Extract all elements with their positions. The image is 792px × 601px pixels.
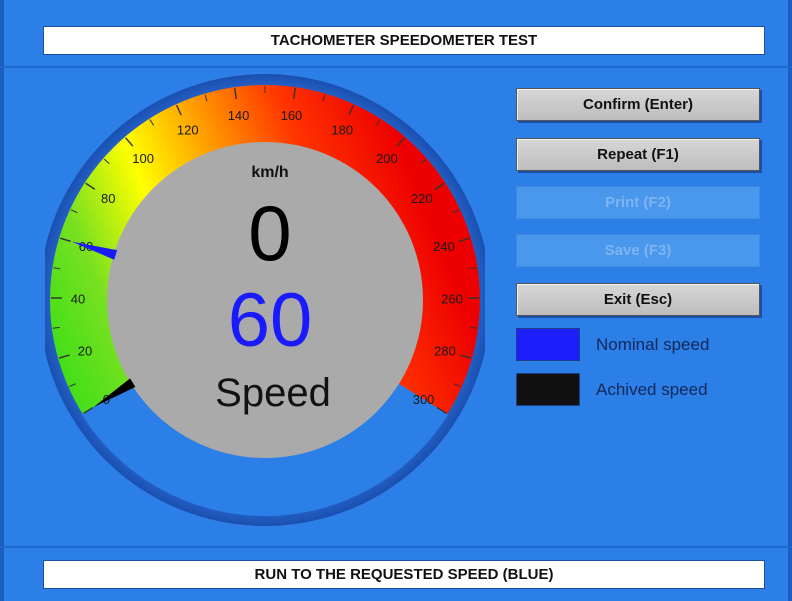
gauge-scale-label: 140 (228, 108, 250, 123)
speedometer-gauge: 0 20 40 60 80 100 120 140 160 180 200 220 240 260 280 3… (45, 74, 485, 526)
window-border-right (788, 0, 792, 601)
save-button[interactable]: Save (F3) (516, 234, 760, 267)
footer-divider (0, 546, 792, 548)
exit-button[interactable]: Exit (Esc) (516, 283, 760, 316)
confirm-button[interactable]: Confirm (Enter) (516, 88, 760, 121)
gauge-scale-label: 40 (71, 291, 85, 306)
achieved-speed-readout: 0 (248, 189, 291, 277)
status-message: RUN TO THE REQUESTED SPEED (BLUE) (43, 560, 765, 589)
gauge-scale-label: 220 (411, 191, 433, 206)
gauge-caption: Speed (215, 371, 331, 415)
gauge-scale-label: 300 (413, 392, 435, 407)
gauge-unit: km/h (251, 164, 288, 181)
header-divider (0, 66, 792, 68)
gauge-scale-label: 280 (434, 344, 456, 359)
nominal-speed-readout: 60 (228, 278, 313, 363)
print-button[interactable]: Print (F2) (516, 186, 760, 219)
page-title: TACHOMETER SPEEDOMETER TEST (43, 26, 765, 55)
achieved-speed-swatch (516, 373, 580, 406)
window-border-left (0, 0, 4, 601)
gauge-scale-label: 260 (441, 291, 463, 306)
nominal-speed-label: Nominal speed (596, 335, 710, 354)
gauge-scale-label: 20 (78, 344, 92, 359)
tachometer-test-window: TACHOMETER SPEEDOMETER TEST 0 20 40 60 80 100… (0, 0, 792, 601)
repeat-button[interactable]: Repeat (F1) (516, 138, 760, 171)
gauge-scale-label: 200 (376, 151, 398, 166)
gauge-scale-label: 120 (177, 123, 199, 138)
nominal-speed-swatch (516, 328, 580, 361)
gauge-scale-label: 180 (331, 123, 353, 138)
gauge-scale-label: 100 (132, 151, 154, 166)
gauge-scale-label: 160 (281, 108, 303, 123)
gauge-scale-label: 240 (433, 239, 455, 254)
achieved-speed-label: Achived speed (596, 380, 708, 399)
gauge-scale-label: 80 (101, 191, 115, 206)
